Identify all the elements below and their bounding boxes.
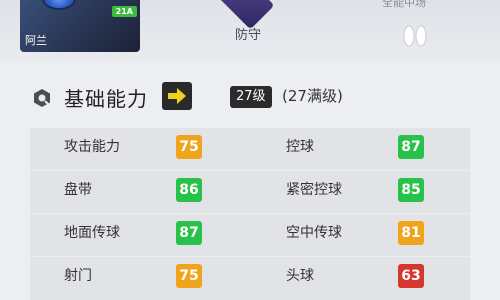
stat-dribbling: 盘带 86 (30, 171, 250, 213)
player-name: 阿兰 (25, 34, 47, 47)
stat-label: 攻击能力 (64, 139, 120, 155)
stat-finishing: 射门 75 (30, 257, 250, 299)
stat-label: 地面传球 (64, 225, 120, 241)
settings-gear-icon (34, 89, 50, 107)
stat-label: 紧密控球 (286, 182, 342, 198)
card-badge: 21A (111, 6, 137, 17)
stat-label: 头球 (286, 268, 314, 284)
stat-row: 盘带 86 紧密控球 85 (30, 171, 470, 214)
stat-heading: 头球 63 (250, 257, 470, 299)
stat-label: 盘带 (64, 182, 92, 198)
arrow-right-icon (168, 88, 186, 104)
player-card[interactable]: 21A 阿兰 (20, 0, 140, 52)
stat-value: 75 (176, 135, 202, 159)
top-bar: 21A 阿兰 防守 全能中场 (0, 0, 500, 62)
stat-ball-control: 控球 87 (250, 128, 470, 170)
position-label: 防守 (234, 28, 261, 43)
level-badge: 27级 (230, 86, 272, 108)
stat-label: 控球 (286, 139, 314, 155)
stat-lofted-pass: 空中传球 81 (250, 214, 470, 256)
stat-value: 87 (398, 135, 424, 159)
stat-row: 攻击能力 75 控球 87 (30, 128, 470, 171)
stat-value: 86 (176, 178, 202, 202)
stat-value: 75 (176, 264, 202, 288)
max-level-label: (27满级) (282, 87, 343, 105)
stat-label: 空中传球 (286, 225, 342, 241)
stat-value: 85 (398, 178, 424, 202)
stat-value: 63 (398, 264, 424, 288)
stat-attack: 攻击能力 75 (30, 128, 250, 170)
stats-grid: 攻击能力 75 控球 87 盘带 86 紧密控球 85 地面传球 87 空中传球… (30, 128, 470, 300)
role-label: 全能中场 (382, 0, 426, 9)
stat-row: 射门 75 头球 63 (30, 257, 470, 300)
club-logo-icon (42, 0, 76, 10)
upgrade-button[interactable] (162, 82, 192, 110)
stat-value: 87 (176, 221, 202, 245)
stat-low-pass: 地面传球 87 (30, 214, 250, 256)
stat-tight-possession: 紧密控球 85 (250, 171, 470, 213)
stat-label: 射门 (64, 268, 92, 284)
stat-value: 81 (398, 221, 424, 245)
feet-icon (403, 25, 427, 47)
section-title: 基础能力 (64, 87, 148, 111)
stat-row: 地面传球 87 空中传球 81 (30, 214, 470, 257)
basic-ability-header: 基础能力 27级 (27满级) (0, 74, 500, 118)
